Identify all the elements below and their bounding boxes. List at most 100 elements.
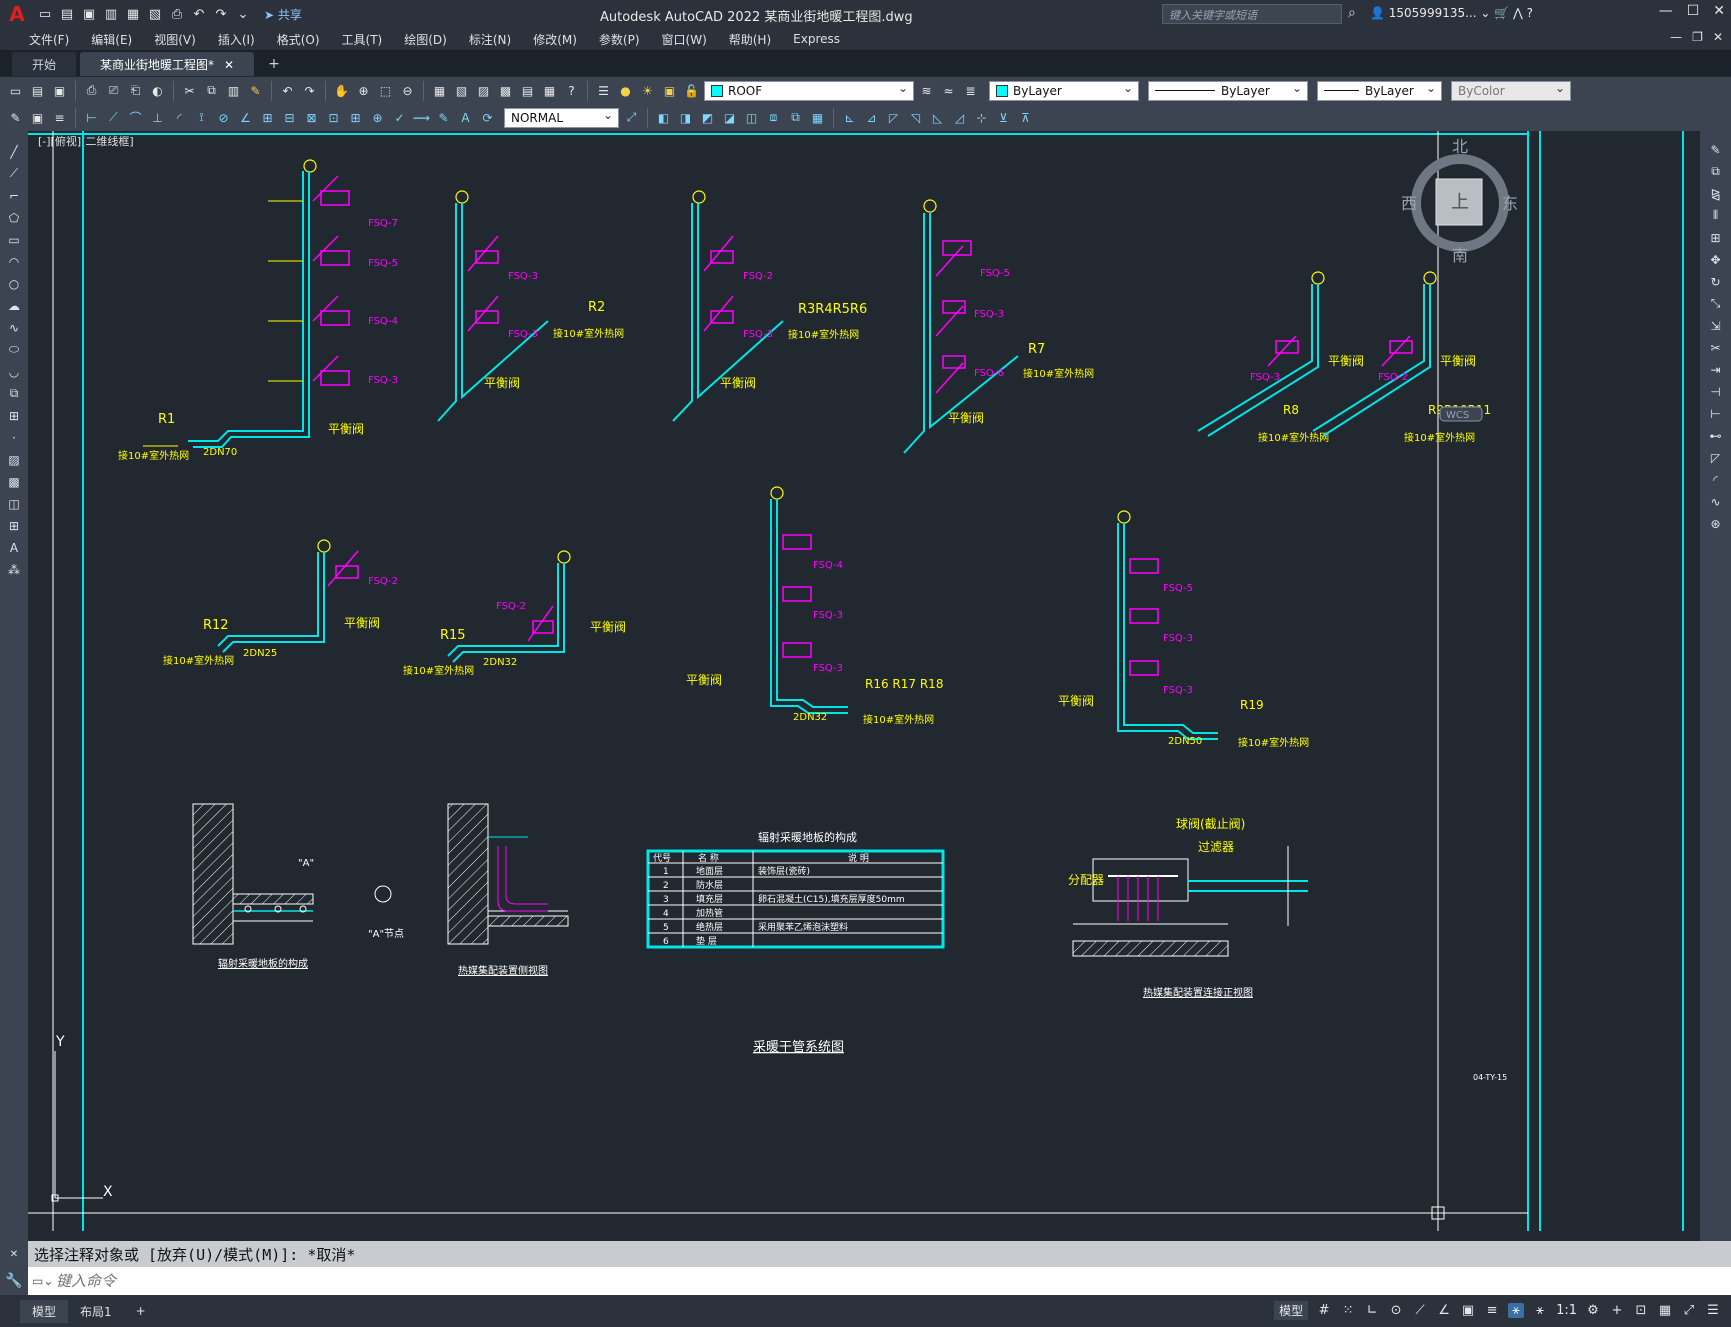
- workspace-gear-icon[interactable]: ⚙: [1585, 1303, 1601, 1318]
- menu-modify[interactable]: 修改(M): [522, 31, 588, 48]
- tool-palettes-icon[interactable]: ▨: [474, 81, 493, 100]
- continue-dim-icon[interactable]: ⊠: [302, 108, 321, 127]
- ucs-previous-icon[interactable]: ◸: [884, 108, 903, 127]
- construction-line-icon[interactable]: ⟋: [5, 165, 23, 182]
- hatch-icon[interactable]: ▨: [5, 451, 23, 468]
- menu-dimension[interactable]: 标注(N): [458, 31, 522, 48]
- linetype-dropdown[interactable]: ByLayer: [1148, 80, 1308, 101]
- osnap-icon[interactable]: ▣: [1460, 1303, 1476, 1318]
- properties-icon[interactable]: ▦: [430, 81, 449, 100]
- circle-icon[interactable]: ○: [5, 275, 23, 292]
- new-file-icon[interactable]: ▭: [36, 5, 54, 23]
- customize-icon[interactable]: 🔧: [0, 1267, 28, 1295]
- new-tab-button[interactable]: +: [258, 52, 290, 76]
- ucs-3point-icon[interactable]: ⊼: [1016, 108, 1035, 127]
- menu-format[interactable]: 格式(O): [266, 31, 331, 48]
- snap-icon[interactable]: ⁙: [1340, 1303, 1356, 1318]
- chamfer-icon[interactable]: ◸: [1707, 449, 1725, 466]
- ortho-icon[interactable]: ∟: [1364, 1303, 1380, 1318]
- revision-cloud-icon[interactable]: ☁: [5, 297, 23, 314]
- draworder-below-icon[interactable]: ◪: [720, 108, 739, 127]
- plot-preview-icon[interactable]: ⎚: [104, 81, 123, 100]
- offset-icon[interactable]: ⫴: [1707, 207, 1725, 224]
- close-tab-icon[interactable]: ✕: [224, 58, 234, 72]
- dim-style-icon[interactable]: ⤢: [622, 108, 641, 127]
- copy-object-icon[interactable]: ⧉: [1707, 163, 1725, 180]
- break-icon[interactable]: ⊢: [1707, 405, 1725, 422]
- redo-icon[interactable]: ↷: [212, 5, 230, 23]
- break-point-icon[interactable]: ⊣: [1707, 383, 1725, 400]
- block-icon[interactable]: ▣: [28, 108, 47, 127]
- explode-icon[interactable]: ⊛: [1707, 515, 1725, 532]
- open-icon[interactable]: ▤: [28, 81, 47, 100]
- menu-insert[interactable]: 插入(I): [207, 31, 266, 48]
- annotation-visibility-icon[interactable]: ⚹: [1508, 1303, 1525, 1318]
- leaders-front-icon[interactable]: ⧉: [786, 108, 805, 127]
- isodraft-icon[interactable]: ⟋: [1412, 1303, 1428, 1318]
- zoom-realtime-icon[interactable]: ⊕: [354, 81, 373, 100]
- mtext-icon[interactable]: A: [5, 539, 23, 556]
- quick-dim-icon[interactable]: ⊞: [258, 108, 277, 127]
- share-button[interactable]: ➤ 共享: [264, 6, 302, 23]
- maximize-icon[interactable]: ☐: [1687, 3, 1700, 19]
- new-icon[interactable]: ▭: [6, 81, 25, 100]
- clean-screen-icon[interactable]: ⤢: [1681, 1303, 1697, 1318]
- dimstyle-dropdown[interactable]: NORMAL: [504, 107, 619, 128]
- layer-previous-icon[interactable]: ≈: [939, 81, 958, 100]
- recent-commands-icon[interactable]: ▭⌄: [32, 1274, 56, 1288]
- edit-icon[interactable]: ✎: [6, 108, 25, 127]
- user-account[interactable]: 👤 1505999135... ⌄ 🛒 ⋀ ?: [1370, 6, 1533, 20]
- search-icon[interactable]: ⌕: [1348, 5, 1356, 21]
- point-icon[interactable]: ·: [5, 429, 23, 446]
- save-web-icon[interactable]: ▧: [146, 5, 164, 23]
- publish-icon[interactable]: ⎗: [126, 81, 145, 100]
- layer-lock-icon[interactable]: 🔓: [682, 81, 701, 100]
- gradient-icon[interactable]: ▩: [5, 473, 23, 490]
- undo-icon[interactable]: ↶: [278, 81, 297, 100]
- stretch-icon[interactable]: ⇲: [1707, 317, 1725, 334]
- calculator-icon[interactable]: ▦: [540, 81, 559, 100]
- ucs-object-icon[interactable]: ◺: [928, 108, 947, 127]
- 3d-dwf-icon[interactable]: ◐: [148, 81, 167, 100]
- make-block-icon[interactable]: ⊞: [5, 407, 23, 424]
- isolate-icon[interactable]: ⊡: [1633, 1303, 1649, 1318]
- add-layout-button[interactable]: +: [124, 1301, 158, 1321]
- arc-icon[interactable]: ◠: [5, 253, 23, 270]
- dim-update-icon[interactable]: ⟳: [478, 108, 497, 127]
- plot-icon[interactable]: ⎙: [82, 81, 101, 100]
- layer-viewport-icon[interactable]: ▣: [660, 81, 679, 100]
- dim-space-icon[interactable]: ⊡: [324, 108, 343, 127]
- layout-tab-model[interactable]: 模型: [20, 1299, 69, 1323]
- save-icon[interactable]: ▣: [80, 5, 98, 23]
- model-space-button[interactable]: 模型: [1274, 1301, 1309, 1320]
- markup-icon[interactable]: ▤: [518, 81, 537, 100]
- cut-icon[interactable]: ✂: [180, 81, 199, 100]
- sheet-set-icon[interactable]: ▩: [496, 81, 515, 100]
- copy-icon[interactable]: ⧉: [202, 81, 221, 100]
- close-icon[interactable]: ✕: [1713, 3, 1725, 19]
- attribute-icon[interactable]: ≡: [50, 108, 69, 127]
- join-icon[interactable]: ⊷: [1707, 427, 1725, 444]
- menu-help[interactable]: 帮助(H): [718, 31, 782, 48]
- minimize-icon[interactable]: —: [1659, 3, 1673, 19]
- insert-block-icon[interactable]: ⧉: [5, 385, 23, 402]
- lineweight-icon[interactable]: ≡: [1484, 1303, 1500, 1318]
- ucs-view-icon[interactable]: ◿: [950, 108, 969, 127]
- radius-dim-icon[interactable]: ◜: [170, 108, 189, 127]
- polygon-icon[interactable]: ⬠: [5, 209, 23, 226]
- text-front-icon[interactable]: ◫: [742, 108, 761, 127]
- paste-icon[interactable]: ▥: [224, 81, 243, 100]
- layer-on-icon[interactable]: ●: [616, 81, 635, 100]
- help-button[interactable]: ?: [1527, 6, 1533, 20]
- ucs-zaxis-icon[interactable]: ⊻: [994, 108, 1013, 127]
- tab-drawing[interactable]: 某商业街地暖工程图* ✕: [80, 52, 255, 76]
- angular-dim-icon[interactable]: ∠: [236, 108, 255, 127]
- extend-icon[interactable]: ⇥: [1707, 361, 1725, 378]
- ucs-world-icon[interactable]: ⊿: [862, 108, 881, 127]
- help-icon[interactable]: ?: [562, 81, 581, 100]
- blend-icon[interactable]: ∿: [1707, 493, 1725, 510]
- save-icon[interactable]: ▣: [50, 81, 69, 100]
- line-icon[interactable]: ╱: [5, 143, 23, 160]
- move-icon[interactable]: ✥: [1707, 251, 1725, 268]
- aligned-dim-icon[interactable]: ⟋: [104, 108, 123, 127]
